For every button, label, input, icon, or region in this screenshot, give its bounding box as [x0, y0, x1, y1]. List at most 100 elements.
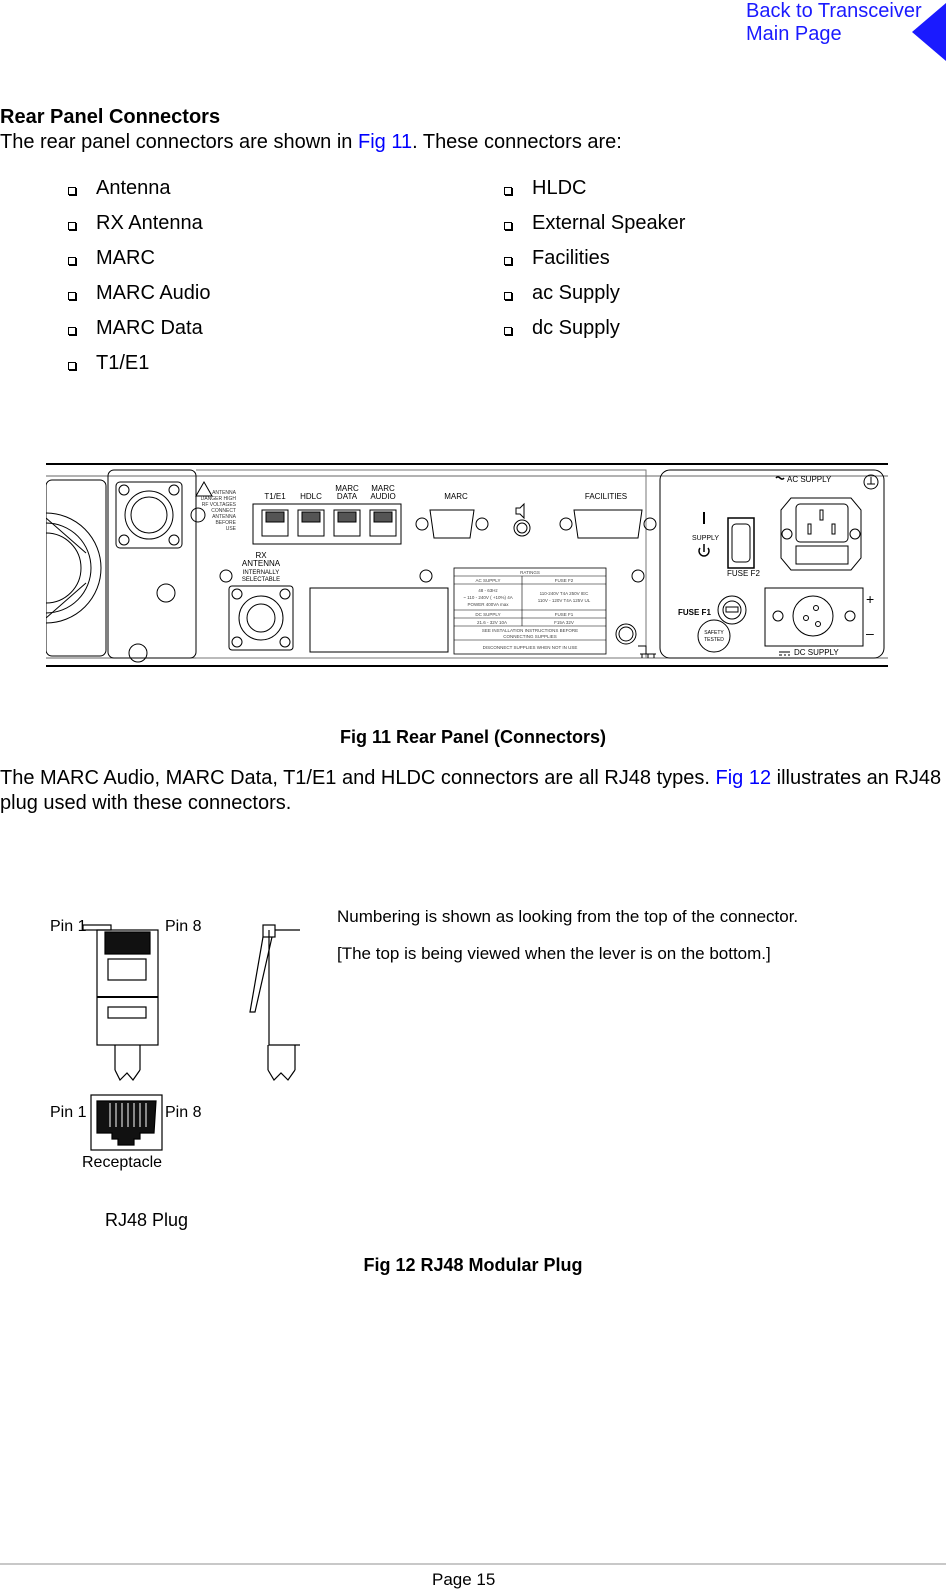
safety-tested-sticker: SAFETY TESTED: [697, 619, 731, 653]
back-to-main-page-link[interactable]: Back to Transceiver Main Page: [746, 0, 922, 46]
square-bullet-icon: [68, 222, 76, 230]
ratings-fuse-f2-value: 110V - 120V T4A 125V UL: [538, 598, 591, 603]
ratings-ac-value: ~ 110 - 240V ( +10%) 4A: [463, 595, 512, 600]
lever-note: [The top is being viewed when the lever …: [337, 944, 771, 963]
facilities-label: FACILITIES: [585, 492, 627, 501]
ratings-fuse-f1-value: F15A 32V: [554, 620, 574, 625]
ratings-fuse-f2-value: 110-240V T4A 250V IEC: [540, 591, 590, 596]
rj48-port-icon: [333, 509, 361, 537]
facilities-dsub-connector-icon: [559, 509, 657, 539]
external-speaker-jack-icon: [513, 502, 531, 537]
list-item-label: ac Supply: [532, 282, 620, 304]
warning-triangle-icon: [195, 480, 213, 497]
fuse-f1-holder-icon: [717, 595, 747, 625]
square-bullet-icon: [68, 187, 76, 195]
pin8-label: Pin 8: [165, 918, 202, 935]
pin1-label: Pin 1: [50, 918, 87, 935]
para2-text-before: The MARC Audio, MARC Data, T1/E1 and HLD…: [0, 767, 716, 789]
list-item: MARC Audio: [68, 281, 211, 316]
numbering-note: Numbering is shown as looking from the t…: [337, 907, 799, 926]
ratings-ac-value: POWER 400VA max: [468, 602, 510, 607]
square-bullet-icon: [68, 327, 76, 335]
rj48-port-icon: [369, 509, 397, 537]
screw-icon: [156, 583, 176, 603]
marc-data-label-2: DATA: [337, 492, 358, 501]
list-item-label: External Speaker: [532, 212, 686, 234]
dc-inlet-icon: + – DC SUPPLY: [764, 587, 874, 657]
warning-line: USE: [226, 526, 237, 532]
section-title: Rear Panel Connectors: [0, 106, 221, 128]
selectable-label: SELECTABLE: [242, 577, 280, 583]
back-link-line2: Main Page: [746, 23, 842, 45]
intro-paragraph: The rear panel connectors are shown in F…: [0, 131, 622, 154]
ratings-notice: SEE INSTALLATION INSTRUCTIONS BEFORE: [482, 628, 578, 633]
square-bullet-icon: [504, 222, 512, 230]
plus-terminal-label: +: [866, 591, 874, 607]
tested-label: TESTED: [704, 637, 724, 643]
fig12-caption: Fig 12 RJ48 Modular Plug: [363, 1255, 583, 1275]
ratings-notice: CONNECTING SUPPLIES: [503, 634, 557, 639]
square-bullet-icon: [68, 362, 76, 370]
ratings-dc-header: DC SUPPLY: [475, 612, 500, 617]
supply-label: SUPPLY: [692, 535, 719, 542]
rj48-plug-diagram: Pin 1 Pin 8 Pin 1 Pin 8 Receptacle: [50, 918, 300, 1171]
footer-divider: [0, 1563, 946, 1565]
minus-terminal-label: –: [866, 625, 874, 641]
list-item-label: RX Antenna: [96, 212, 203, 234]
list-item-label: T1/E1: [96, 352, 150, 374]
rj48-paragraph: The MARC Audio, MARC Data, T1/E1 and HLD…: [0, 766, 946, 816]
ratings-title: RATINGS: [520, 570, 540, 575]
rx-antenna-connector-icon: [228, 585, 294, 651]
intro-text-before: The rear panel connectors are shown in: [0, 131, 358, 153]
rj48-receptacle-icon: [90, 1094, 163, 1151]
connector-list-right: HLDC External Speaker Facilities ac Supp…: [504, 176, 685, 351]
rj48-port-icon: [297, 509, 325, 537]
list-item: MARC Data: [68, 316, 211, 351]
fig12-link[interactable]: Fig 12: [716, 767, 772, 789]
fig11-link[interactable]: Fig 11: [358, 131, 412, 153]
page-number: Page 15: [432, 1570, 496, 1589]
rj48-plug-side-view: [249, 924, 300, 1081]
marc-dsub-connector-icon: [415, 509, 489, 539]
antenna-module: [107, 469, 197, 659]
list-item-label: Facilities: [532, 247, 610, 269]
ratings-ac-value: 48 - 63Hz: [478, 588, 498, 593]
square-bullet-icon: [68, 257, 76, 265]
connector-list-left: Antenna RX Antenna MARC MARC Audio MARC …: [68, 176, 211, 386]
blank-label-plate: [309, 587, 449, 653]
list-item: dc Supply: [504, 316, 685, 351]
rear-panel-diagram: ANTENNA DANGER HIGH RF VOLTAGES CONNECT …: [46, 463, 888, 667]
list-item: External Speaker: [504, 211, 685, 246]
screw-icon: [128, 643, 148, 663]
triangle-left-icon[interactable]: [912, 3, 946, 61]
fuse-f2-label: FUSE F2: [727, 569, 760, 578]
receptacle-label: Receptacle: [82, 1154, 162, 1171]
supply-switch[interactable]: SUPPLY: [692, 512, 755, 569]
fig11-caption: Fig 11 Rear Panel (Connectors): [339, 727, 607, 747]
list-item-label: dc Supply: [532, 317, 620, 339]
intro-text-after: . These connectors are:: [412, 131, 622, 153]
antenna-label: ANTENNA: [242, 559, 281, 568]
list-item-label: HLDC: [532, 177, 587, 199]
list-item: ac Supply: [504, 281, 685, 316]
square-bullet-icon: [68, 292, 76, 300]
marc-audio-label-2: AUDIO: [370, 492, 395, 501]
internally-label: INTERNALLY: [243, 570, 280, 576]
list-item: MARC: [68, 246, 211, 281]
ground-terminal-icon: [615, 623, 656, 658]
list-item: T1/E1: [68, 351, 211, 386]
ratings-fuse-f1-header: FUSE F1: [555, 612, 574, 617]
antenna-connector-icon: [115, 481, 183, 549]
rj48-port-icon: [261, 509, 289, 537]
ac-supply-label: AC SUPPLY: [787, 475, 832, 484]
ratings-dc-value: 21.6 - 32V 10A: [477, 620, 507, 625]
rj48-plug-label: RJ48 Plug: [105, 1210, 189, 1230]
square-bullet-icon: [504, 292, 512, 300]
antenna-warning-text: ANTENNA DANGER HIGH RF VOLTAGES CONNECT …: [201, 490, 237, 532]
ratings-fuse-f2-header: FUSE F2: [555, 578, 574, 583]
list-item-label: MARC: [96, 247, 155, 269]
list-item: Facilities: [504, 246, 685, 281]
list-item-label: MARC Data: [96, 317, 203, 339]
list-item-label: Antenna: [96, 177, 171, 199]
rj48-plug-front-view: [82, 924, 159, 1082]
